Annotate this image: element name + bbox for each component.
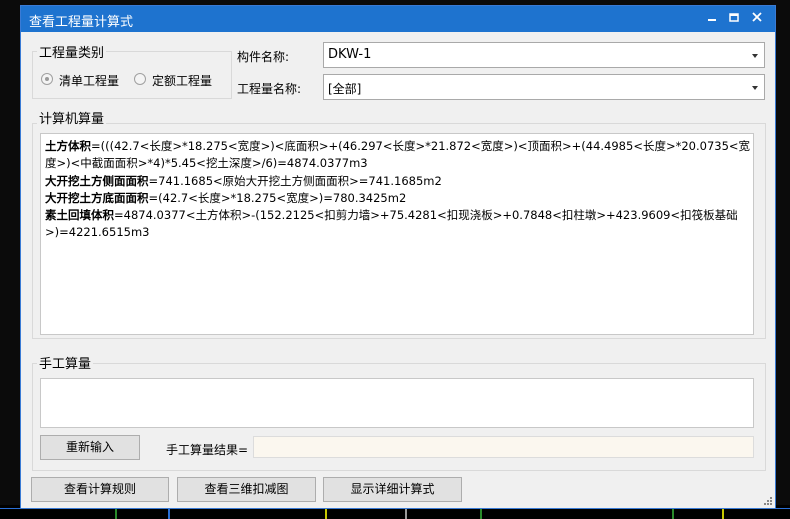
chevron-down-icon [752, 54, 758, 58]
qty-category-title: 工程量类别 [37, 42, 107, 61]
calc-line-name: 大开挖土方侧面面积 [45, 173, 149, 188]
resize-grip-icon[interactable] [764, 497, 772, 505]
component-name-value: DKW-1 [328, 47, 372, 62]
maximize-icon[interactable] [724, 9, 744, 29]
calc-line: 素土回填体积=4874.0377<土方体积>-(152.2125<扣剪力墙>+7… [45, 207, 751, 242]
qty-name-label: 工程量名称: [237, 82, 302, 96]
calc-line-formula: =(((42.7<长度>*18.275<宽度>)<底面积>+(46.297<长度… [45, 139, 751, 171]
view-3d-deduction-button[interactable]: 查看三维扣减图 [177, 477, 316, 502]
reenter-button[interactable]: 重新输入 [40, 435, 140, 460]
calc-line-name: 大开挖土方底面面积 [45, 190, 149, 205]
title-bar[interactable]: 查看工程量计算式 [21, 6, 775, 32]
radio-list-qty[interactable] [41, 73, 53, 85]
window-title: 查看工程量计算式 [29, 15, 134, 30]
computer-calc-textarea[interactable]: 土方体积=(((42.7<长度>*18.275<宽度>)<底面积>+(46.29… [40, 133, 754, 335]
minimize-icon[interactable] [702, 9, 722, 29]
manual-calc-input[interactable] [40, 378, 754, 428]
calc-line-formula: =741.1685<原始大开挖土方侧面面积>=741.1685m2 [148, 173, 442, 188]
manual-calc-title: 手工算量 [37, 353, 94, 372]
calc-line-formula: =4874.0377<土方体积>-(152.2125<扣剪力墙>+75.4281… [45, 208, 738, 240]
calc-line: 大开挖土方侧面面积=741.1685<原始大开挖土方侧面面积>=741.1685… [45, 173, 751, 190]
calc-line: 大开挖土方底面面积=(42.7<长度>*18.275<宽度>)=780.3425… [45, 190, 751, 207]
qty-name-select[interactable]: [全部] [323, 74, 765, 100]
calc-line: 土方体积=(((42.7<长度>*18.275<宽度>)<底面积>+(46.29… [45, 138, 751, 173]
radio-quota-qty-label: 定额工程量 [152, 74, 213, 88]
component-name-label: 构件名称: [237, 50, 290, 64]
calc-line-name: 素土回填体积 [45, 208, 114, 223]
view-rules-button[interactable]: 查看计算规则 [31, 477, 169, 502]
manual-result-label: 手工算量结果= [166, 443, 249, 457]
view-quantity-formula-dialog: 查看工程量计算式 工程量类别 清单工程量 定额工程量 构件名称: DKW-1 工… [20, 5, 776, 509]
radio-quota-qty[interactable] [134, 73, 146, 85]
chevron-down-icon [752, 86, 758, 90]
manual-result-field[interactable] [253, 436, 754, 458]
computer-calc-title: 计算机算量 [37, 108, 107, 127]
component-name-select[interactable]: DKW-1 [323, 42, 765, 68]
close-icon[interactable] [747, 9, 767, 29]
radio-list-qty-label: 清单工程量 [59, 74, 120, 88]
calc-formula-text: 土方体积=(((42.7<长度>*18.275<宽度>)<底面积>+(46.29… [45, 138, 751, 242]
qty-name-value: [全部] [328, 82, 362, 96]
calc-line-formula: =(42.7<长度>*18.275<宽度>)=780.3425m2 [148, 190, 407, 205]
show-detail-formula-button[interactable]: 显示详细计算式 [323, 477, 462, 502]
calc-line-name: 土方体积 [45, 139, 91, 153]
